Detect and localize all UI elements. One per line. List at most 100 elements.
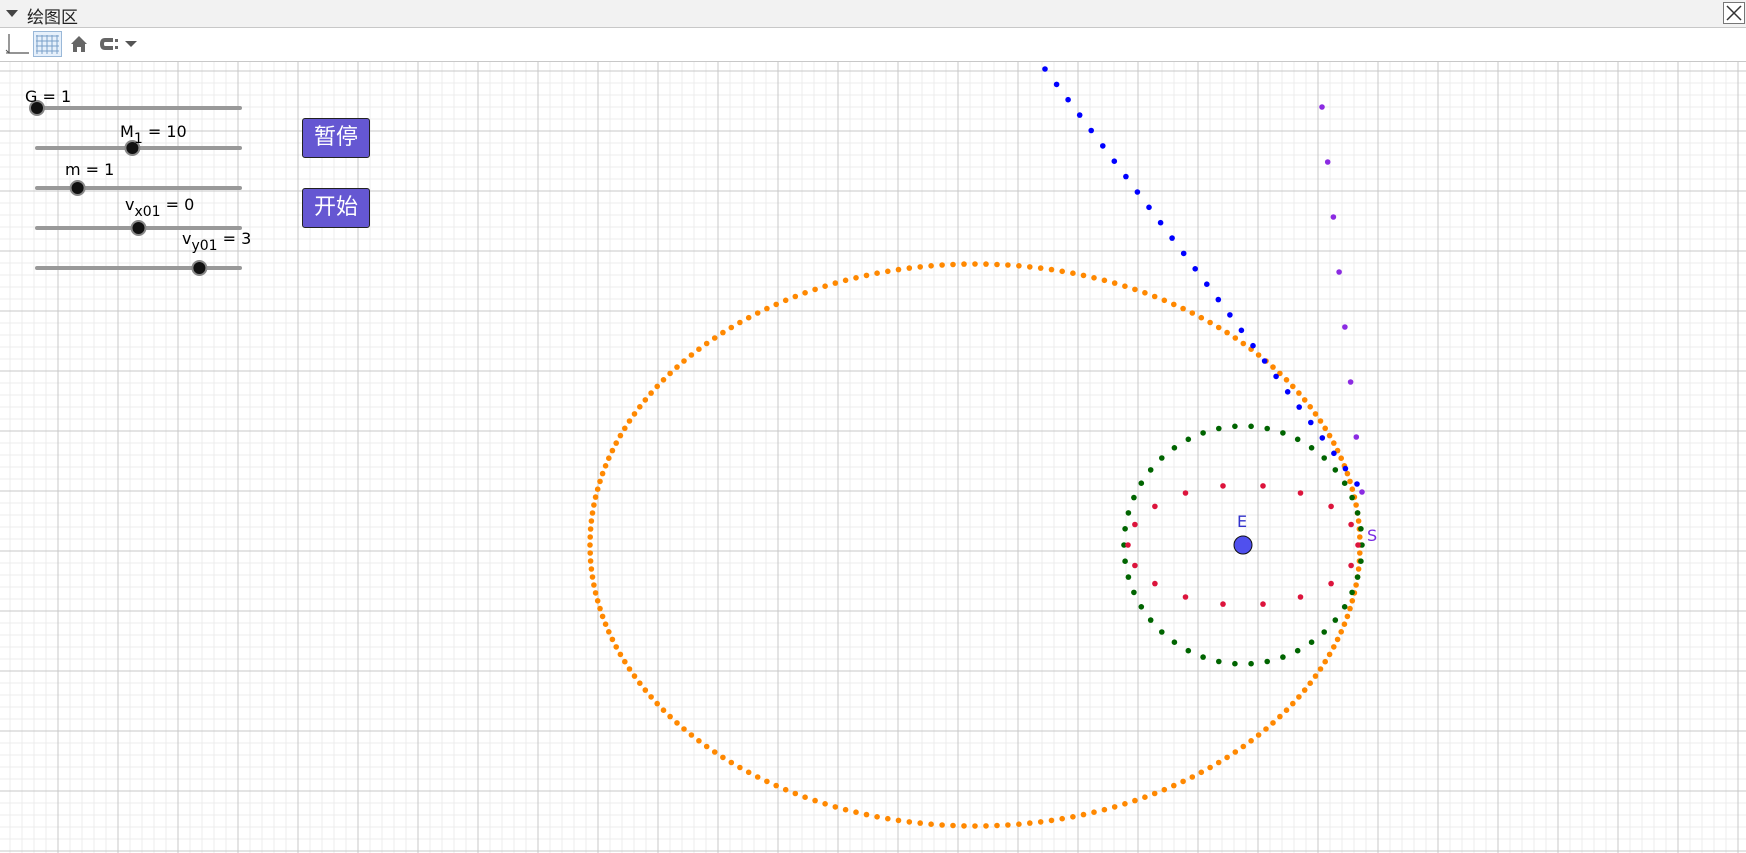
- orange-trace-dot: [1122, 801, 1128, 807]
- orange-trace-dot: [1349, 598, 1356, 604]
- orange-trace-dot: [863, 811, 870, 818]
- orange-trace-dot: [720, 754, 726, 761]
- start-button[interactable]: 开始: [302, 188, 370, 228]
- green-trace-dot: [1200, 430, 1206, 436]
- orange-trace-dot: [1277, 713, 1283, 720]
- orange-trace-dot: [1240, 340, 1247, 347]
- pause-button[interactable]: 暂停: [302, 118, 370, 158]
- close-view-button[interactable]: [1723, 2, 1745, 24]
- orange-trace-dot: [972, 823, 978, 829]
- orange-trace-dot: [587, 558, 594, 564]
- point-capture-dropdown[interactable]: [96, 31, 142, 57]
- orange-trace-dot: [667, 370, 673, 377]
- orange-trace-dot: [1232, 335, 1239, 341]
- view-title: 绘图区: [27, 8, 78, 28]
- orange-trace-dot: [842, 277, 849, 284]
- orange-trace-dot: [667, 713, 673, 720]
- orange-trace-dot: [1301, 397, 1308, 403]
- purple-trace-dot: [1336, 269, 1342, 275]
- orange-trace-dot: [1312, 673, 1319, 679]
- orange-trace-dot: [1331, 644, 1337, 650]
- orange-trace-dot: [1215, 324, 1222, 331]
- orange-trace-dot: [1142, 794, 1148, 800]
- red-trace-dot: [1152, 580, 1158, 587]
- orange-trace-dot: [782, 297, 789, 304]
- orange-trace-dot: [1334, 636, 1341, 643]
- green-trace-dot: [1341, 480, 1348, 487]
- green-trace-dot: [1138, 480, 1145, 487]
- orange-trace-dot: [1326, 432, 1333, 439]
- green-trace-dot: [1159, 455, 1165, 461]
- orange-trace-dot: [1283, 707, 1290, 713]
- orange-trace-dot: [939, 262, 945, 268]
- green-trace-dot: [1354, 510, 1361, 516]
- orange-trace-dot: [648, 390, 654, 396]
- green-trace-dot: [1308, 639, 1315, 645]
- orange-trace-dot: [1224, 329, 1230, 336]
- orange-trace-dot: [637, 680, 643, 686]
- point-s-label: S: [1367, 526, 1377, 545]
- toggle-axes-button[interactable]: [3, 31, 31, 57]
- orange-trace-dot: [961, 261, 967, 267]
- blue-trace-dot: [1227, 312, 1233, 318]
- purple-trace-dot: [1319, 104, 1325, 110]
- red-trace-dot: [1132, 562, 1138, 569]
- slider-knob-vy01[interactable]: [191, 260, 208, 276]
- orange-trace-dot: [1207, 319, 1213, 326]
- orange-trace-dot: [1180, 305, 1186, 312]
- green-trace-dot: [1125, 574, 1132, 580]
- orange-trace-dot: [587, 526, 594, 532]
- orange-trace-dot: [874, 270, 880, 276]
- slider-g-label: G = 1: [25, 87, 72, 106]
- toggle-grid-button[interactable]: [33, 31, 62, 57]
- orange-trace-dot: [950, 261, 956, 268]
- green-trace-dot: [1264, 425, 1270, 432]
- home-view-button[interactable]: [66, 31, 92, 57]
- orange-trace-dot: [617, 651, 624, 658]
- green-trace-dot: [1185, 436, 1192, 443]
- green-trace-dot: [1216, 658, 1222, 665]
- orange-trace-dot: [1048, 817, 1055, 824]
- orange-trace-dot: [822, 283, 828, 289]
- green-trace-dot: [1185, 647, 1192, 654]
- green-trace-dot: [1159, 629, 1165, 635]
- orange-trace-dot: [711, 749, 718, 755]
- orange-trace-dot: [1111, 804, 1118, 810]
- slider-knob-vx01[interactable]: [130, 220, 147, 236]
- orange-trace-dot: [642, 397, 649, 403]
- orange-trace-dot: [1355, 566, 1362, 572]
- orange-trace-dot: [885, 815, 891, 822]
- graphics-canvas[interactable]: E S G = 1 M1 = 10 m = 1 vx01 = 0 vy01 = …: [0, 62, 1746, 853]
- axes-icon: [5, 34, 29, 54]
- orange-trace-dot: [626, 666, 633, 672]
- orange-trace-dot: [1296, 694, 1302, 700]
- orange-trace-dot: [1070, 814, 1076, 820]
- orange-trace-dot: [1091, 809, 1097, 815]
- orange-trace-dot: [660, 707, 667, 713]
- green-trace-dot: [1138, 604, 1145, 610]
- point-e[interactable]: [1233, 535, 1253, 555]
- orange-trace-dot: [1171, 782, 1177, 789]
- purple-trace-dot: [1330, 214, 1337, 220]
- orange-trace-dot: [1111, 280, 1118, 286]
- orange-trace-dot: [773, 782, 779, 789]
- orange-trace-dot: [591, 582, 597, 588]
- red-trace-dot: [1260, 483, 1266, 489]
- purple-trace-dot: [1324, 159, 1331, 165]
- orange-trace-dot: [1355, 518, 1362, 524]
- orange-trace-dot: [681, 358, 687, 364]
- orange-trace-dot: [1207, 764, 1213, 771]
- chevron-down-icon: [125, 41, 137, 47]
- orange-trace-dot: [681, 726, 687, 732]
- green-trace-dot: [1171, 639, 1178, 645]
- green-trace-dot: [1131, 494, 1137, 501]
- green-trace-dot: [1308, 445, 1315, 451]
- blue-trace-dot: [1157, 219, 1164, 226]
- collapse-triangle-icon[interactable]: [6, 10, 18, 17]
- orange-trace-dot: [587, 534, 593, 540]
- red-trace-dot: [1328, 580, 1334, 587]
- orange-trace-dot: [906, 265, 913, 271]
- slider-knob-m[interactable]: [69, 180, 86, 196]
- orange-trace-dot: [642, 687, 649, 693]
- drawing-area[interactable]: E S: [0, 62, 1746, 853]
